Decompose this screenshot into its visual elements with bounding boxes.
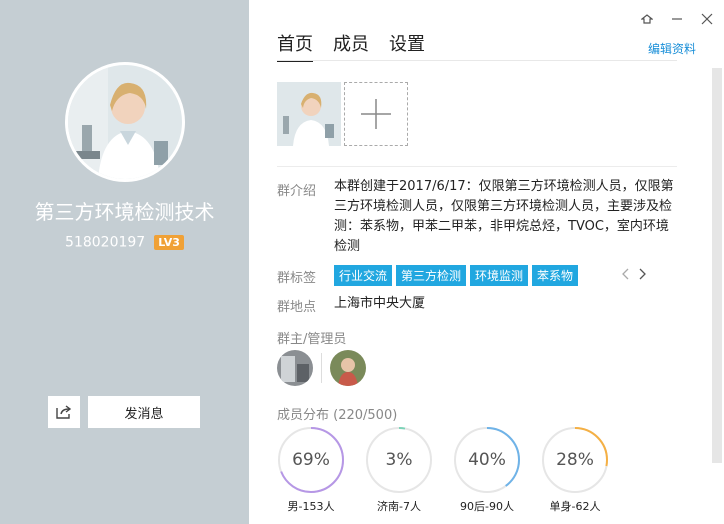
- group-avatar[interactable]: [65, 62, 185, 182]
- tag-item[interactable]: 苯系物: [532, 265, 579, 286]
- location-text: 上海市中央大厦: [334, 296, 426, 311]
- tab-divider: [277, 60, 677, 61]
- owner-avatar[interactable]: [277, 350, 313, 386]
- admin-avatar[interactable]: [330, 350, 366, 386]
- chevron-left-icon: [622, 268, 629, 280]
- admin-separator: [321, 353, 322, 383]
- window-controls: [640, 12, 714, 26]
- group-id-row: 518020197 LV3: [0, 232, 249, 251]
- stat-label: 济南-7人: [377, 500, 421, 513]
- skin-button[interactable]: [640, 12, 654, 26]
- location-label: 群地点: [277, 300, 317, 315]
- member-stats: 69% 男-153人 3% 济南-7人 40% 90后-90人 28% 单身-6…: [277, 426, 609, 514]
- add-photo-button[interactable]: [344, 82, 408, 146]
- level-badge: LV3: [154, 235, 184, 250]
- share-button[interactable]: [48, 396, 80, 428]
- stat-gender[interactable]: 69% 男-153人: [277, 426, 345, 514]
- close-button[interactable]: [700, 12, 714, 26]
- tag-item[interactable]: 行业交流: [334, 265, 393, 286]
- plus-icon: [361, 99, 391, 129]
- share-icon: [56, 405, 72, 419]
- tab-home[interactable]: 首页: [277, 30, 313, 62]
- admins-label: 群主/管理员: [277, 332, 347, 347]
- tags-prev-button[interactable]: [621, 268, 629, 284]
- group-photo-image: [277, 82, 341, 146]
- tab-bar: 首页 成员 设置: [277, 30, 425, 62]
- group-avatar-image: [68, 65, 182, 179]
- stat-region[interactable]: 3% 济南-7人: [365, 426, 433, 514]
- stat-label: 90后-90人: [460, 500, 514, 513]
- tag-list: 行业交流 第三方检测 环境监测 苯系物: [334, 265, 579, 286]
- stat-label: 男-153人: [287, 500, 335, 513]
- group-photo[interactable]: [277, 82, 341, 146]
- tab-members[interactable]: 成员: [333, 30, 369, 62]
- minimize-button[interactable]: [670, 12, 684, 26]
- group-name: 第三方环境检测技术: [34, 200, 215, 224]
- admin-avatar-list: [277, 350, 366, 386]
- tag-item[interactable]: 第三方检测: [396, 265, 467, 286]
- send-message-button[interactable]: 发消息: [88, 396, 200, 428]
- stat-relationship[interactable]: 28% 单身-62人: [541, 426, 609, 514]
- group-info-panel: 首页 成员 设置 编辑资料 群介绍 本群创建于2017/6/17：仅限第三方环境…: [249, 0, 724, 524]
- tab-settings[interactable]: 设置: [389, 30, 425, 62]
- minimize-icon: [672, 18, 682, 20]
- group-id: 518020197: [65, 234, 146, 251]
- scrollbar[interactable]: [712, 68, 722, 463]
- group-profile-panel: 第三方环境检测技术 518020197 LV3 发消息: [0, 0, 249, 524]
- section-divider: [277, 166, 677, 167]
- stat-percent: 28%: [556, 450, 594, 470]
- stat-label: 单身-62人: [549, 500, 601, 513]
- close-icon: [701, 13, 713, 25]
- chevron-right-icon: [639, 268, 646, 280]
- skin-icon: [641, 14, 653, 24]
- tags-next-button[interactable]: [639, 268, 647, 284]
- stat-percent: 69%: [292, 450, 330, 470]
- tag-item[interactable]: 环境监测: [470, 265, 529, 286]
- stat-percent: 3%: [385, 450, 413, 470]
- member-distribution-label: 成员分布 (220/500): [277, 408, 398, 423]
- edit-profile-link[interactable]: 编辑资料: [648, 40, 696, 57]
- owner-avatar-image: [277, 350, 313, 386]
- intro-text: 本群创建于2017/6/17：仅限第三方环境检测人员，仅限第三方环境检测人员，仅…: [334, 179, 674, 254]
- admin-avatar-image: [330, 350, 366, 386]
- stat-age[interactable]: 40% 90后-90人: [453, 426, 521, 514]
- tags-label: 群标签: [277, 271, 317, 286]
- stat-percent: 40%: [468, 450, 506, 470]
- intro-label: 群介绍: [277, 184, 317, 199]
